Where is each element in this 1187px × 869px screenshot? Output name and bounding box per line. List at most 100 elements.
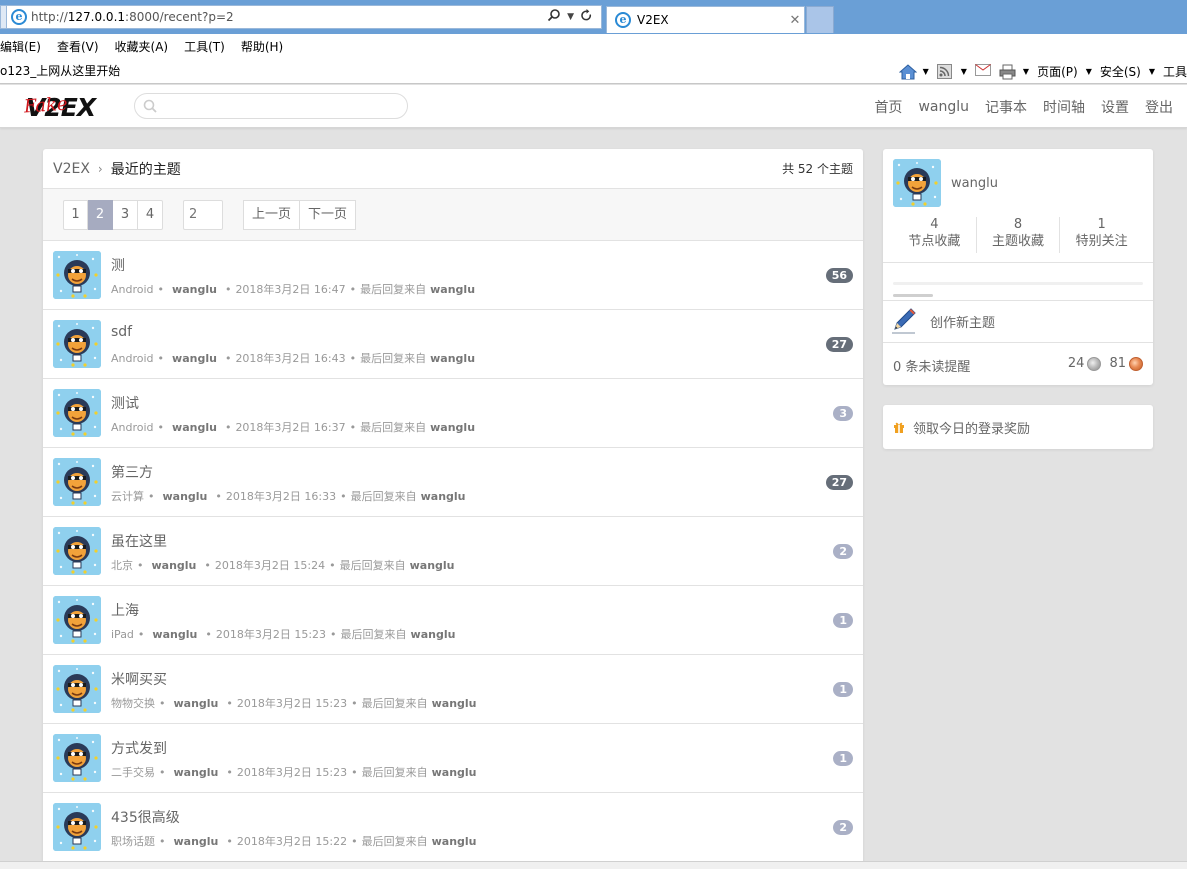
topic-title-link[interactable]: sdf <box>111 324 132 340</box>
avatar[interactable] <box>893 159 941 207</box>
topic-title-link[interactable]: 第三方 <box>111 462 153 482</box>
refresh-icon[interactable] <box>580 8 593 26</box>
reply-count-badge[interactable]: 27 <box>825 475 853 490</box>
avatar[interactable] <box>53 389 101 437</box>
nav-member[interactable]: wanglu <box>918 99 969 115</box>
stat-node-favorites[interactable]: 4 节点收藏 <box>893 217 977 253</box>
home-dropdown-icon[interactable]: ▼ <box>923 67 929 76</box>
avatar[interactable] <box>53 803 101 851</box>
topic-title-link[interactable]: 米啊买买 <box>111 669 167 689</box>
page-4-button[interactable]: 4 <box>138 199 163 230</box>
topic-node-link[interactable]: iPad <box>111 628 134 641</box>
topic-title-link[interactable]: 测 <box>111 255 125 275</box>
nav-notes[interactable]: 记事本 <box>985 97 1027 117</box>
unread-notifications-link[interactable]: 0 条未读提醒 <box>893 356 970 375</box>
reply-count-badge[interactable]: 1 <box>833 613 853 628</box>
avatar[interactable] <box>53 596 101 644</box>
dropdown-arrow-icon[interactable]: ▼ <box>567 12 574 22</box>
page-menu[interactable]: 页面(P) <box>1037 63 1078 80</box>
topic-author-link[interactable]: wanglu <box>174 835 219 848</box>
next-page-button[interactable]: 下一页 <box>300 199 357 230</box>
topic-title-link[interactable]: 方式发到 <box>111 738 167 758</box>
topic-author-link[interactable]: wanglu <box>152 559 197 572</box>
page-dropdown-icon[interactable]: ▼ <box>1086 67 1092 76</box>
topic-author-link[interactable]: wanglu <box>163 490 208 503</box>
topic-author-link[interactable]: wanglu <box>172 421 217 434</box>
favorite-link[interactable]: o123_上网从这里开始 <box>0 62 120 79</box>
topic-author-link[interactable]: wanglu <box>174 697 219 710</box>
topic-author-link[interactable]: wanglu <box>172 352 217 365</box>
page-2-button[interactable]: 2 <box>88 199 113 230</box>
topic-node-link[interactable]: 北京 <box>111 559 133 572</box>
menu-view[interactable]: 查看(V) <box>57 38 99 55</box>
avatar[interactable] <box>53 320 101 368</box>
sidebar-username-link[interactable]: wanglu <box>951 176 998 191</box>
last-reply-author-link[interactable]: wanglu <box>430 352 475 365</box>
safety-menu[interactable]: 安全(S) <box>1100 63 1141 80</box>
avatar[interactable] <box>53 458 101 506</box>
topic-node-link[interactable]: 职场话题 <box>111 835 155 848</box>
tab-close-icon[interactable]: ✕ <box>786 13 804 28</box>
nav-home[interactable]: 首页 <box>874 97 902 117</box>
print-dropdown-icon[interactable]: ▼ <box>1023 67 1029 76</box>
last-reply-author-link[interactable]: wanglu <box>410 559 455 572</box>
stat-topic-favorites[interactable]: 8 主题收藏 <box>977 217 1061 253</box>
safety-dropdown-icon[interactable]: ▼ <box>1149 67 1155 76</box>
menu-tools[interactable]: 工具(T) <box>184 38 225 55</box>
topic-author-link[interactable]: wanglu <box>172 283 217 296</box>
last-reply-author-link[interactable]: wanglu <box>411 628 456 641</box>
print-icon[interactable] <box>999 64 1016 80</box>
last-reply-author-link[interactable]: wanglu <box>432 766 477 779</box>
reply-count-badge[interactable]: 1 <box>833 682 853 697</box>
avatar[interactable] <box>53 665 101 713</box>
last-reply-author-link[interactable]: wanglu <box>432 835 477 848</box>
topic-node-link[interactable]: 二手交易 <box>111 766 155 779</box>
reply-count-badge[interactable]: 27 <box>825 337 853 352</box>
last-reply-author-link[interactable]: wanglu <box>430 421 475 434</box>
topic-node-link[interactable]: Android <box>111 283 154 296</box>
topic-author-link[interactable]: wanglu <box>174 766 219 779</box>
reply-count-badge[interactable]: 3 <box>833 406 853 421</box>
reply-count-badge[interactable]: 56 <box>825 268 853 283</box>
topic-title-link[interactable]: 435很高级 <box>111 807 180 827</box>
address-bar[interactable]: e http://127.0.0.1:8000/recent?p=2 ▼ <box>0 5 602 29</box>
stat-following[interactable]: 1 特别关注 <box>1060 217 1143 253</box>
topic-node-link[interactable]: 云计算 <box>111 490 144 503</box>
search-icon[interactable] <box>547 8 561 26</box>
mail-icon[interactable] <box>974 64 991 78</box>
rss-icon[interactable] <box>936 64 953 79</box>
topic-node-link[interactable]: Android <box>111 421 154 434</box>
address-url[interactable]: http://127.0.0.1:8000/recent?p=2 <box>31 10 547 24</box>
nav-settings[interactable]: 设置 <box>1101 97 1129 117</box>
topic-title-link[interactable]: 测试 <box>111 393 139 413</box>
menu-help[interactable]: 帮助(H) <box>241 38 283 55</box>
topic-node-link[interactable]: Android <box>111 352 154 365</box>
breadcrumb-root-link[interactable]: V2EX <box>53 161 90 177</box>
browser-tab[interactable]: e V2EX ✕ <box>606 6 805 33</box>
rss-dropdown-icon[interactable]: ▼ <box>961 67 967 76</box>
avatar[interactable] <box>53 251 101 299</box>
avatar[interactable] <box>53 734 101 782</box>
home-icon[interactable] <box>898 64 917 80</box>
tools-menu[interactable]: 工具 <box>1163 63 1187 80</box>
menu-edit[interactable]: 编辑(E) <box>0 38 41 55</box>
back-button-edge[interactable] <box>1 6 7 28</box>
reply-count-badge[interactable]: 2 <box>833 544 853 559</box>
last-reply-author-link[interactable]: wanglu <box>421 490 466 503</box>
site-logo[interactable]: V2EX Fake <box>23 93 116 122</box>
topic-title-link[interactable]: 上海 <box>111 600 139 620</box>
nav-timeline[interactable]: 时间轴 <box>1043 97 1085 117</box>
reply-count-badge[interactable]: 1 <box>833 751 853 766</box>
daily-reward-link[interactable]: 领取今日的登录奖励 <box>913 418 1030 437</box>
search-input[interactable] <box>134 93 408 119</box>
new-tab-button[interactable] <box>806 6 834 33</box>
last-reply-author-link[interactable]: wanglu <box>430 283 475 296</box>
menu-favorites[interactable]: 收藏夹(A) <box>115 38 169 55</box>
page-3-button[interactable]: 3 <box>113 199 138 230</box>
topic-title-link[interactable]: 虽在这里 <box>111 531 167 551</box>
avatar[interactable] <box>53 527 101 575</box>
create-topic-link[interactable]: 创作新主题 <box>891 307 995 335</box>
page-jump-input[interactable] <box>183 199 223 230</box>
last-reply-author-link[interactable]: wanglu <box>432 697 477 710</box>
page-1-button[interactable]: 1 <box>63 199 88 230</box>
